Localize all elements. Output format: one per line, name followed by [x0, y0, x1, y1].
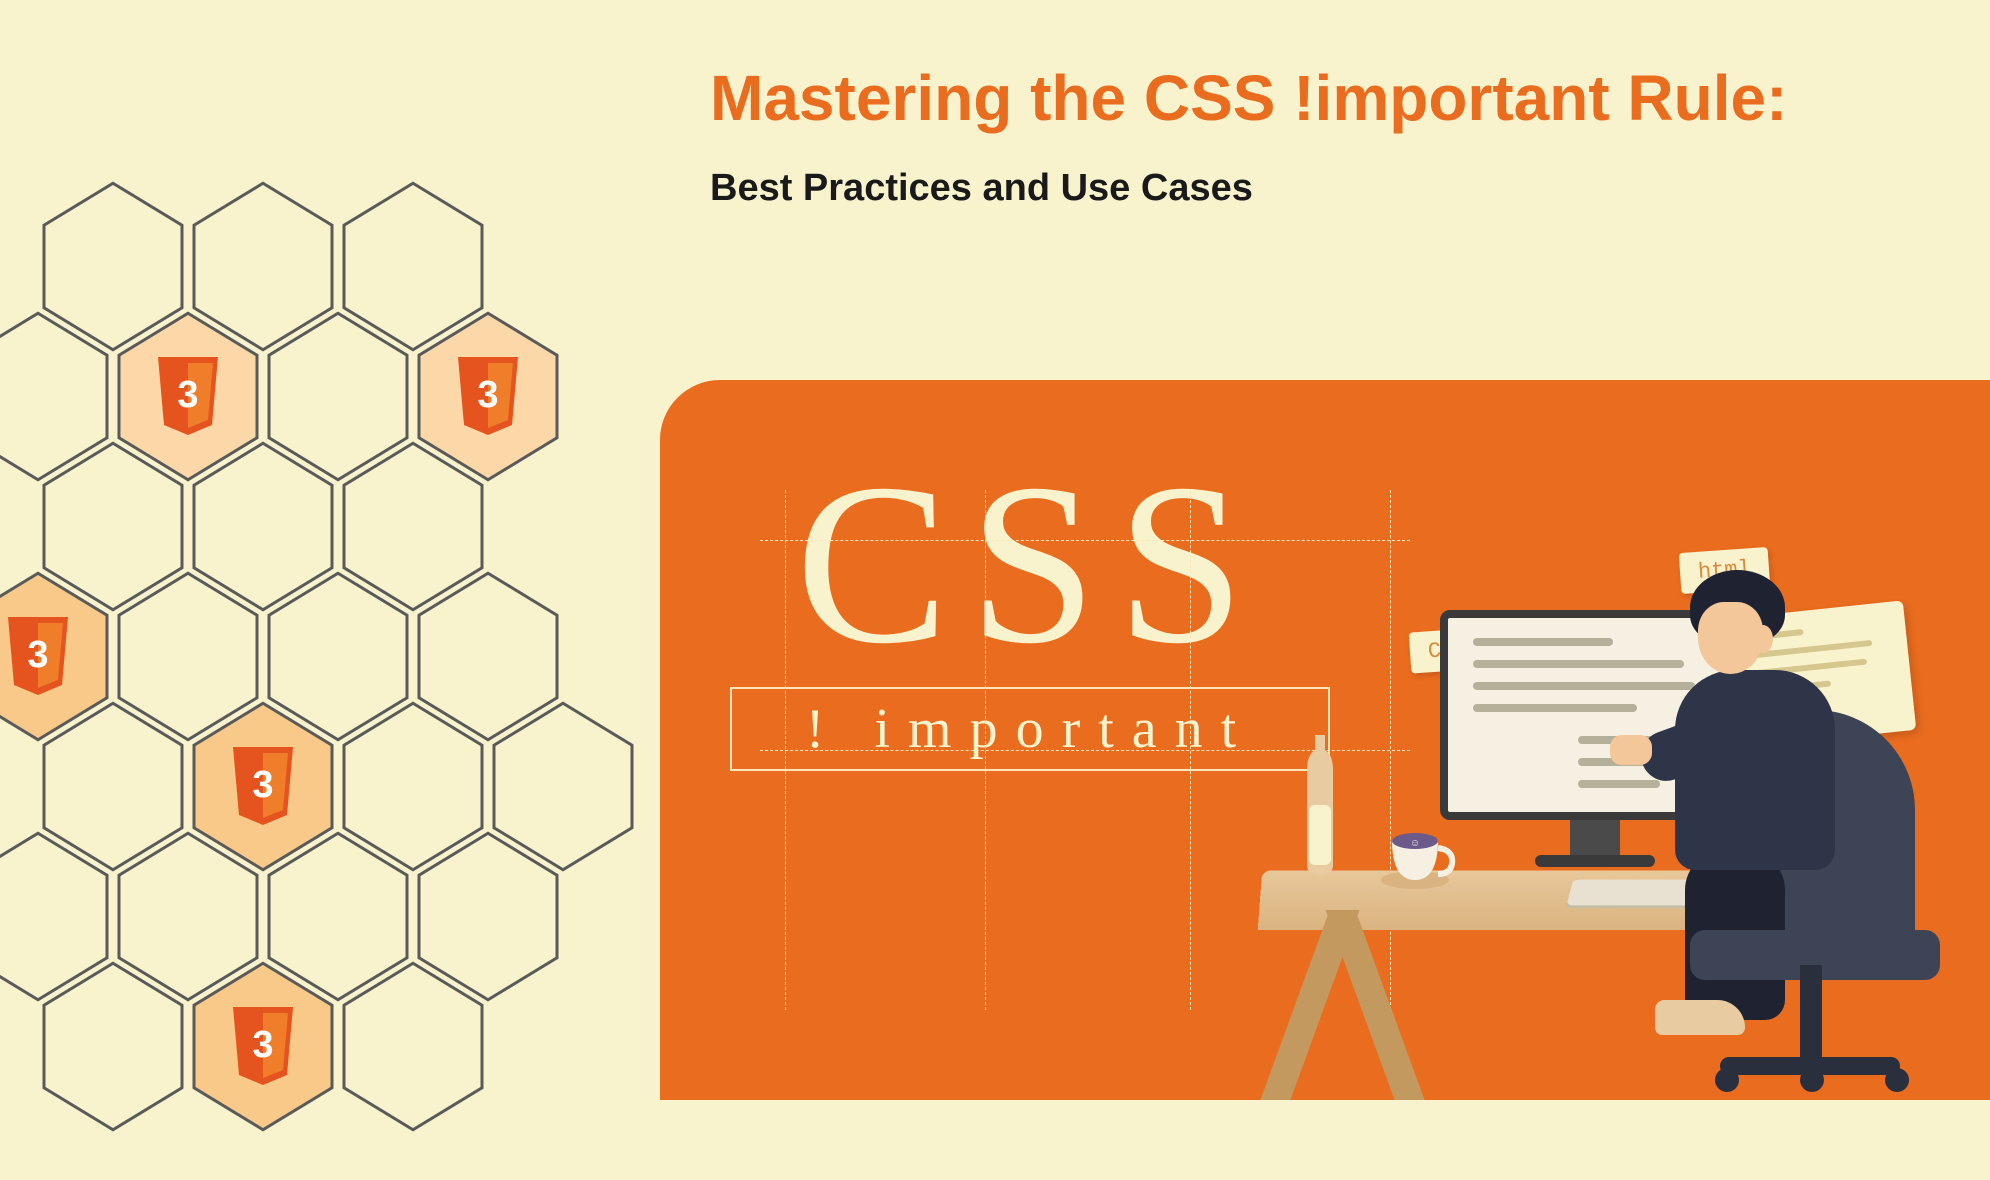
- subtitle: Best Practices and Use Cases: [710, 167, 1810, 210]
- svg-text:3: 3: [477, 374, 498, 416]
- main-title: Mastering the CSS !important Rule:: [710, 60, 1810, 137]
- hexagon-grid: 3 3 3 3 3: [0, 180, 720, 1180]
- developer-illustration: Css html ☺: [1240, 460, 1960, 1100]
- bottle-icon: [1300, 735, 1340, 875]
- css3-hex-icon: 3: [413, 310, 563, 483]
- css3-hex-icon: 3: [188, 700, 338, 873]
- css3-hex-icon: 3: [188, 960, 338, 1133]
- hero-panel: CSS ! important Css html ☺: [660, 380, 1990, 1100]
- person: [1620, 540, 1960, 1100]
- svg-text:3: 3: [27, 634, 48, 676]
- css3-hex-icon: 3: [0, 570, 113, 743]
- desk-leg: [1325, 910, 1424, 1100]
- svg-text:☺: ☺: [1410, 838, 1420, 849]
- svg-text:3: 3: [252, 764, 273, 806]
- svg-text:3: 3: [252, 1024, 273, 1066]
- css3-digit: 3: [177, 374, 198, 416]
- css3-hex-icon: 3: [113, 310, 263, 483]
